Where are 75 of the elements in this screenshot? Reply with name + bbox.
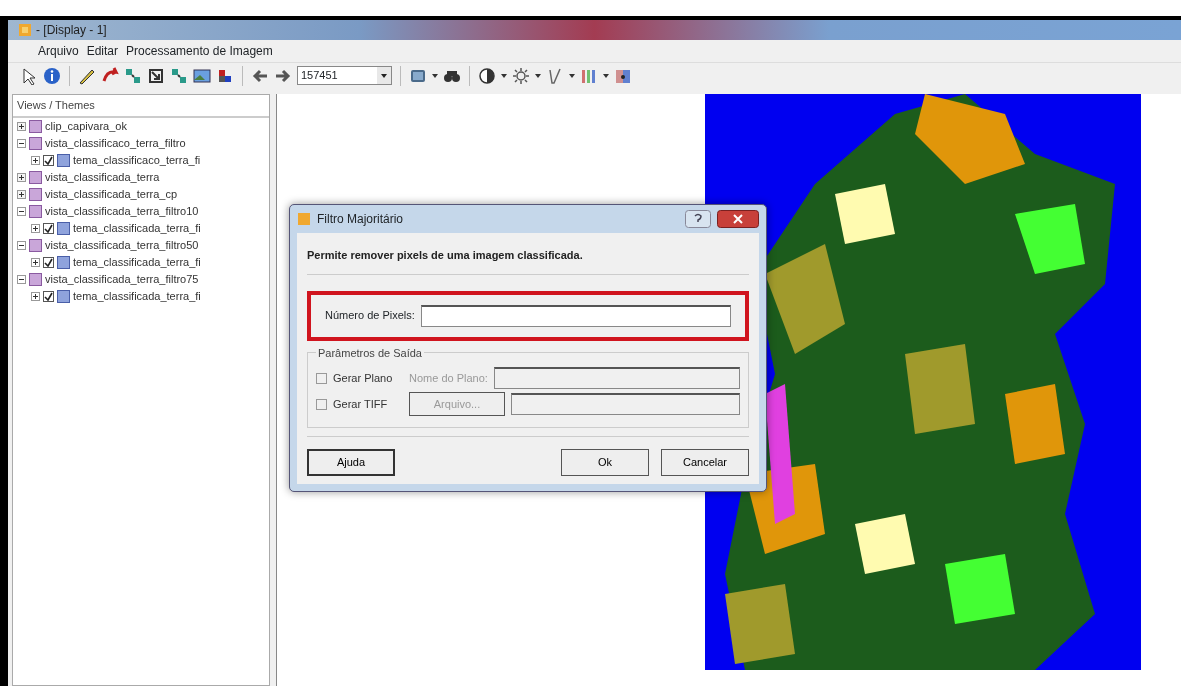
dialog-heading: Permite remover pixels de uma imagem classificada. bbox=[307, 241, 749, 275]
import-icon[interactable] bbox=[147, 66, 165, 85]
tree-item[interactable]: tema_classificada_terra_fi bbox=[73, 253, 201, 271]
expander-icon[interactable] bbox=[17, 189, 26, 199]
tree-item[interactable]: tema_classificada_terra_fi bbox=[73, 219, 201, 237]
view-icon bbox=[29, 272, 42, 286]
tree-item[interactable]: tema_classificaco_terra_fi bbox=[73, 151, 201, 169]
dialog-button[interactable]: Ajuda bbox=[307, 449, 395, 476]
field-label: Nome do Plano: bbox=[409, 370, 488, 386]
close-button[interactable] bbox=[717, 210, 759, 228]
expander-icon[interactable] bbox=[31, 223, 40, 233]
caret-icon[interactable] bbox=[432, 73, 438, 78]
field-label: Número de Pixels: bbox=[325, 308, 415, 324]
view-icon bbox=[29, 119, 42, 133]
caret-icon[interactable] bbox=[535, 73, 541, 78]
checkbox[interactable] bbox=[43, 154, 54, 166]
app-icon bbox=[297, 212, 311, 226]
caret-icon[interactable] bbox=[569, 73, 575, 78]
checkbox[interactable] bbox=[43, 222, 54, 234]
nodes-icon[interactable] bbox=[170, 66, 188, 85]
tree-item[interactable]: tema_classificada_terra_fi bbox=[73, 287, 201, 305]
pixels-field[interactable] bbox=[420, 304, 731, 327]
checkbox-label[interactable]: Gerar Plano bbox=[333, 369, 403, 387]
view-icon bbox=[29, 204, 42, 218]
expander-icon[interactable] bbox=[31, 257, 40, 267]
caret-icon[interactable] bbox=[603, 73, 609, 78]
dialog-button[interactable]: Cancelar bbox=[661, 449, 749, 476]
view-icon bbox=[29, 238, 42, 252]
dialog-button[interactable]: Ok bbox=[561, 449, 649, 476]
expander-icon[interactable] bbox=[17, 172, 26, 182]
help-button[interactable] bbox=[685, 210, 711, 228]
combo-box[interactable]: 157451 bbox=[297, 66, 392, 85]
theme-icon bbox=[57, 255, 70, 269]
tree-item[interactable]: vista_classificada_terra_filtro50 bbox=[45, 236, 199, 254]
pointer-icon[interactable] bbox=[20, 66, 38, 85]
tree-item[interactable]: vista_classificada_terra bbox=[45, 168, 160, 186]
tree-item[interactable]: vista_classificada_terra_cp bbox=[45, 185, 178, 203]
image-icon[interactable] bbox=[193, 66, 211, 85]
tree-item[interactable]: vista_classificada_terra_filtro75 bbox=[45, 270, 199, 288]
expander-icon[interactable] bbox=[17, 121, 26, 131]
checkbox[interactable] bbox=[43, 290, 54, 302]
menu-item[interactable]: Arquivo bbox=[38, 42, 79, 60]
expander-icon[interactable] bbox=[31, 291, 40, 301]
theme-icon bbox=[57, 289, 70, 303]
checkbox[interactable] bbox=[316, 398, 327, 410]
group-legend: Parâmetros de Saída bbox=[316, 344, 424, 361]
combo-value: 157451 bbox=[301, 68, 338, 84]
checkbox-label[interactable]: Gerar TIFF bbox=[333, 395, 403, 413]
sun-icon[interactable] bbox=[512, 66, 530, 85]
tree-item[interactable]: clip_capivara_ok bbox=[45, 117, 127, 135]
expander-icon[interactable] bbox=[17, 138, 26, 148]
view-icon bbox=[29, 136, 42, 150]
nodes-icon[interactable] bbox=[124, 66, 142, 85]
expander-icon[interactable] bbox=[17, 206, 26, 216]
menu-item[interactable]: Processamento de Imagem bbox=[126, 42, 273, 60]
contrast-icon[interactable] bbox=[478, 66, 496, 85]
caret-icon[interactable] bbox=[501, 73, 507, 78]
expander-icon[interactable] bbox=[31, 155, 40, 165]
theme-icon bbox=[57, 153, 70, 167]
curve-icon[interactable] bbox=[546, 66, 564, 85]
tree-item[interactable]: vista_classificaco_terra_filtro bbox=[45, 134, 186, 152]
checkbox[interactable] bbox=[316, 372, 327, 384]
window-title: - [Display - 1] bbox=[36, 22, 107, 39]
app-icon bbox=[18, 23, 32, 37]
tree-item[interactable]: vista_classificada_terra_filtro10 bbox=[45, 202, 199, 220]
view-icon bbox=[29, 170, 42, 184]
menu-item[interactable]: Editar bbox=[86, 42, 119, 60]
dialog-title: Filtro Majoritário bbox=[317, 211, 403, 228]
panel-header: Views / Themes bbox=[13, 95, 269, 118]
theme-icon bbox=[57, 221, 70, 235]
view-icon bbox=[29, 187, 42, 201]
expander-icon[interactable] bbox=[17, 240, 26, 250]
info-icon[interactable] bbox=[43, 66, 61, 85]
checkbox[interactable] bbox=[43, 256, 54, 268]
expander-icon[interactable] bbox=[17, 274, 26, 284]
